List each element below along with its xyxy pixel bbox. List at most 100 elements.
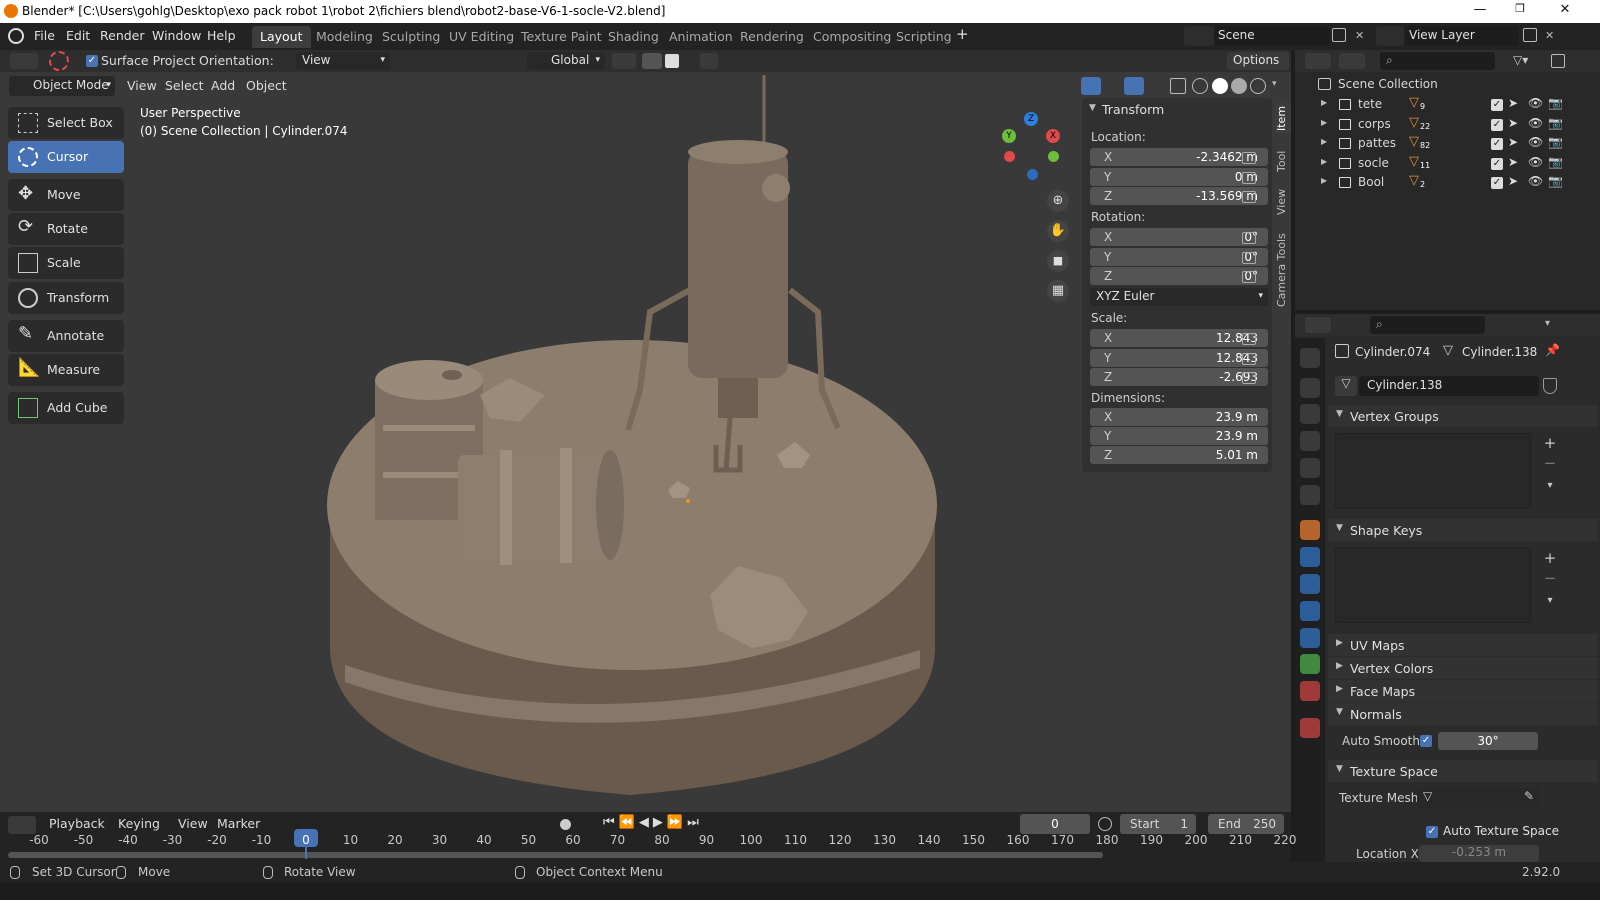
render-camera-icon[interactable]: 📷: [1548, 135, 1563, 149]
section-uv-maps[interactable]: ▶ UV Maps: [1328, 634, 1598, 656]
editor-type-icon[interactable]: [1305, 317, 1331, 333]
render-camera-icon[interactable]: 📷: [1548, 174, 1563, 188]
selectable-arrow-icon[interactable]: ➤: [1508, 96, 1518, 110]
menu-edit[interactable]: Edit: [66, 28, 90, 43]
rotation-mode-dropdown[interactable]: XYZ Euler ▾: [1090, 288, 1268, 306]
tab-texture-paint[interactable]: Texture Paint: [513, 26, 610, 48]
perspective-grid-icon[interactable]: ▦: [1047, 280, 1069, 302]
wireframe-shading-icon[interactable]: [1192, 78, 1208, 94]
expand-icon[interactable]: ▶: [1321, 118, 1327, 127]
section-face-maps[interactable]: ▶ Face Maps: [1328, 680, 1598, 702]
timeline-menu-keying[interactable]: Keying: [118, 816, 160, 831]
timeline-menu-marker[interactable]: Marker: [217, 816, 260, 831]
shading-options-icon[interactable]: ▾: [1272, 79, 1277, 89]
new-scene-icon[interactable]: [1332, 28, 1346, 42]
view-layer-properties-icon[interactable]: [1300, 431, 1320, 451]
tab-animation[interactable]: Animation: [661, 26, 741, 48]
tab-modeling[interactable]: Modeling: [308, 26, 381, 48]
solid-shading-icon[interactable]: [1212, 78, 1228, 94]
mesh-browse-icon[interactable]: ▽: [1335, 376, 1357, 396]
lock-icon[interactable]: [1242, 172, 1256, 184]
selectable-arrow-icon[interactable]: ➤: [1508, 174, 1518, 188]
dimension-y-field[interactable]: Y 23.9 m: [1090, 427, 1268, 445]
tab-sculpting[interactable]: Sculpting: [374, 26, 448, 48]
lock-icon[interactable]: [1242, 232, 1256, 244]
exclude-checkbox[interactable]: ✓: [1491, 118, 1503, 131]
section-vertex-groups[interactable]: ▼ Vertex Groups: [1328, 405, 1598, 427]
selectable-arrow-icon[interactable]: ➤: [1508, 135, 1518, 149]
exclude-checkbox[interactable]: ✓: [1491, 138, 1503, 150]
gizmo-z-axis[interactable]: Z: [1024, 112, 1038, 126]
rendered-shading-icon[interactable]: [1250, 78, 1266, 94]
section-texture-space[interactable]: ▼ Texture Space: [1328, 760, 1598, 782]
tab-rendering[interactable]: Rendering: [732, 26, 812, 48]
camera-view-icon[interactable]: ■: [1047, 250, 1069, 272]
shape-keys-list[interactable]: [1335, 547, 1531, 623]
lock-icon[interactable]: [1242, 152, 1256, 164]
lock-icon[interactable]: [1242, 353, 1256, 365]
outliner-collection-pattes[interactable]: ▶ pattes ▽ 82 ✓ ➤ 👁 📷: [1295, 134, 1600, 153]
texture-mesh-field[interactable]: ▽ ✎: [1417, 788, 1539, 808]
properties-search-input[interactable]: ⌕: [1370, 316, 1485, 334]
render-properties-icon[interactable]: [1300, 378, 1320, 398]
chevron-down-icon[interactable]: ▾: [1545, 318, 1550, 329]
eye-icon[interactable]: 👁: [1528, 174, 1543, 188]
dimension-z-field[interactable]: Z 5.01 m: [1090, 446, 1268, 464]
editor-type-icon[interactable]: [8, 816, 36, 834]
view-layer-field[interactable]: View Layer: [1405, 26, 1519, 46]
delete-view-layer-icon[interactable]: ✕: [1545, 29, 1554, 42]
eye-icon[interactable]: 👁: [1528, 135, 1543, 149]
particles-properties-icon[interactable]: [1300, 574, 1320, 594]
display-mode-icon[interactable]: [1339, 53, 1365, 69]
gizmo-toggle-icon[interactable]: [1081, 77, 1101, 95]
lock-icon[interactable]: [1242, 372, 1256, 384]
close-window-button[interactable]: ✕: [1545, 2, 1585, 20]
overlays-toggle-icon[interactable]: [1124, 77, 1144, 95]
outliner-collection-tete[interactable]: ▶ tete ▽ 9 ✓ ➤ 👁 📷: [1295, 95, 1600, 114]
current-frame-field[interactable]: 0: [1020, 814, 1090, 834]
selectable-arrow-icon[interactable]: ➤: [1508, 116, 1518, 130]
eye-icon[interactable]: 👁: [1528, 116, 1543, 130]
chevron-down-icon[interactable]: ▾: [1541, 595, 1559, 613]
eye-icon[interactable]: 👁: [1528, 96, 1543, 110]
mesh-datablock-field[interactable]: Cylinder.138: [1359, 376, 1539, 396]
new-view-layer-icon[interactable]: [1523, 28, 1537, 42]
texture-properties-icon[interactable]: [1300, 718, 1320, 738]
dimension-x-field[interactable]: X 23.9 m: [1090, 408, 1268, 426]
render-camera-icon[interactable]: 📷: [1548, 96, 1563, 110]
tab-uv-editing[interactable]: UV Editing: [441, 26, 522, 48]
view-layer-icon[interactable]: [1376, 26, 1404, 46]
collapse-icon[interactable]: ▼: [1089, 103, 1096, 113]
material-preview-icon[interactable]: [1231, 78, 1247, 94]
delete-scene-icon[interactable]: ✕: [1355, 29, 1364, 42]
expand-icon[interactable]: ▶: [1321, 157, 1327, 166]
menu-help[interactable]: Help: [207, 28, 236, 43]
tab-scripting[interactable]: Scripting: [888, 26, 960, 48]
scene-selector-icon[interactable]: [1184, 26, 1214, 46]
editor-type-icon[interactable]: [1305, 53, 1331, 69]
tab-item[interactable]: Item: [1275, 103, 1291, 133]
scene-name-field[interactable]: Scene: [1214, 26, 1330, 46]
blender-menu-icon[interactable]: [8, 28, 24, 44]
exclude-checkbox[interactable]: ✓: [1491, 99, 1503, 111]
tab-view[interactable]: View: [1275, 186, 1291, 218]
timeline-menu-playback[interactable]: Playback: [49, 816, 105, 831]
tool-properties-icon[interactable]: [1300, 348, 1320, 368]
material-properties-icon[interactable]: [1300, 681, 1320, 701]
section-shape-keys[interactable]: ▼ Shape Keys: [1328, 519, 1598, 541]
filter-icon[interactable]: ▽▾: [1513, 53, 1541, 69]
lock-icon[interactable]: [1242, 252, 1256, 264]
exclude-checkbox[interactable]: ✓: [1491, 157, 1503, 170]
remove-shape-key-icon[interactable]: −: [1541, 569, 1559, 587]
menu-file[interactable]: File: [34, 28, 55, 43]
physics-properties-icon[interactable]: [1300, 601, 1320, 621]
exclude-checkbox[interactable]: ✓: [1491, 177, 1503, 189]
outliner-scene-collection[interactable]: Scene Collection: [1295, 75, 1600, 94]
record-button[interactable]: [560, 819, 571, 830]
object-properties-icon[interactable]: [1300, 520, 1320, 540]
auto-smooth-angle-field[interactable]: 30°: [1438, 732, 1538, 750]
eye-icon[interactable]: 👁: [1528, 155, 1543, 169]
auto-smooth-checkbox[interactable]: ✓: [1420, 735, 1432, 747]
tab-shading[interactable]: Shading: [600, 26, 667, 48]
lock-icon[interactable]: [1242, 333, 1256, 345]
